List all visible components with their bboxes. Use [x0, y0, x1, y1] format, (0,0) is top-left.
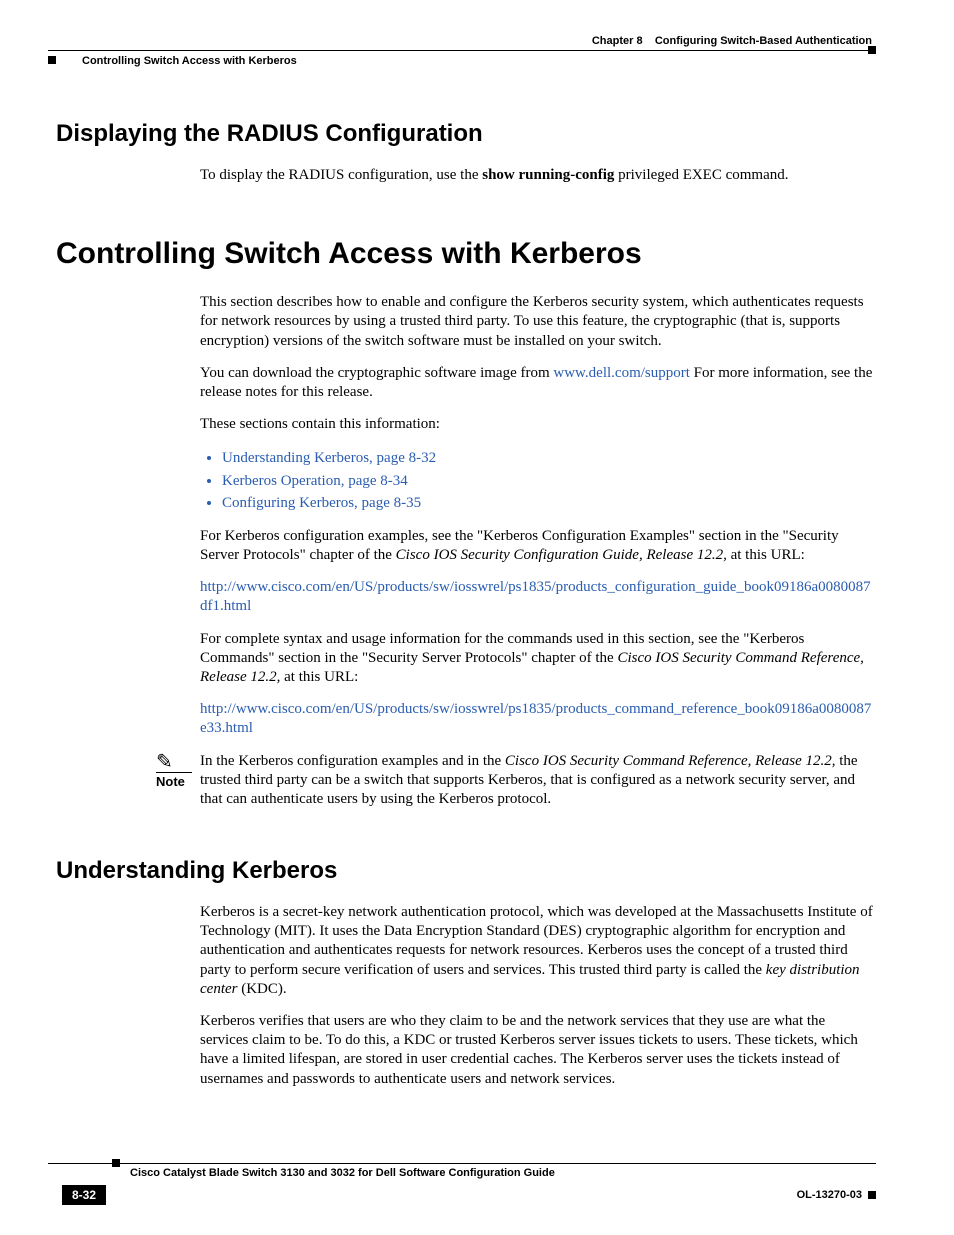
- page-footer: Cisco Catalyst Blade Switch 3130 and 303…: [48, 1163, 876, 1205]
- footer-end-marker-icon: [868, 1191, 876, 1199]
- footer-marker-icon: [112, 1159, 120, 1167]
- body-paragraph: Kerberos verifies that users are who the…: [200, 1012, 876, 1089]
- body-paragraph: For Kerberos configuration examples, see…: [200, 527, 876, 565]
- header-sub-marker-icon: [48, 56, 56, 64]
- document-id: OL-13270-03: [797, 1189, 862, 1201]
- body-paragraph: This section describes how to enable and…: [200, 293, 876, 351]
- main-heading-kerberos: Controlling Switch Access with Kerberos: [56, 237, 876, 271]
- chapter-number: Chapter 8: [592, 35, 643, 47]
- section-heading-understanding: Understanding Kerberos: [56, 857, 876, 885]
- body-paragraph: These sections contain this information:: [200, 415, 876, 434]
- command-name: show running-config: [482, 167, 614, 183]
- list-item: Understanding Kerberos, page 8-32: [222, 447, 876, 470]
- section-heading-radius: Displaying the RADIUS Configuration: [56, 120, 876, 148]
- running-header-section: Controlling Switch Access with Kerberos: [82, 55, 297, 67]
- url-paragraph: http://www.cisco.com/en/US/products/sw/i…: [200, 578, 876, 616]
- book-reference: Cisco IOS Security Command Reference, Re…: [505, 753, 836, 769]
- xref-link[interactable]: Configuring Kerberos, page 8-35: [222, 495, 421, 511]
- list-item: Kerberos Operation, page 8-34: [222, 470, 876, 493]
- page-number: 8-32: [62, 1185, 106, 1205]
- xref-link[interactable]: Understanding Kerberos, page 8-32: [222, 450, 436, 466]
- body-paragraph: You can download the cryptographic softw…: [200, 364, 876, 402]
- chapter-title: Configuring Switch-Based Authentication: [655, 35, 872, 47]
- note-callout: ✎ Note In the Kerberos configuration exa…: [200, 752, 876, 810]
- external-url-link[interactable]: http://www.cisco.com/en/US/products/sw/i…: [200, 701, 871, 736]
- book-reference: Cisco IOS Security Configuration Guide, …: [396, 547, 727, 563]
- header-rule: [48, 50, 876, 51]
- note-icon: ✎: [156, 752, 200, 772]
- body-paragraph: Kerberos is a secret-key network authent…: [200, 903, 876, 999]
- body-paragraph: To display the RADIUS configuration, use…: [200, 166, 876, 185]
- header-marker-icon: [868, 46, 876, 54]
- note-text: In the Kerberos configuration examples a…: [200, 752, 876, 810]
- body-paragraph: For complete syntax and usage informatio…: [200, 630, 876, 688]
- url-paragraph: http://www.cisco.com/en/US/products/sw/i…: [200, 700, 876, 738]
- footer-rule: [48, 1163, 876, 1164]
- xref-link[interactable]: Kerberos Operation, page 8-34: [222, 473, 408, 489]
- running-header-right: Chapter 8 Configuring Switch-Based Authe…: [592, 35, 872, 47]
- footer-book-title: Cisco Catalyst Blade Switch 3130 and 303…: [130, 1167, 876, 1179]
- dell-support-link[interactable]: www.dell.com/support: [553, 365, 690, 381]
- list-item: Configuring Kerberos, page 8-35: [222, 492, 876, 515]
- note-label: Note: [156, 774, 185, 789]
- external-url-link[interactable]: http://www.cisco.com/en/US/products/sw/i…: [200, 579, 871, 614]
- toc-bullet-list: Understanding Kerberos, page 8-32 Kerber…: [200, 447, 876, 515]
- page: Chapter 8 Configuring Switch-Based Authe…: [0, 0, 954, 1235]
- content-area: Displaying the RADIUS Configuration To d…: [56, 120, 876, 1102]
